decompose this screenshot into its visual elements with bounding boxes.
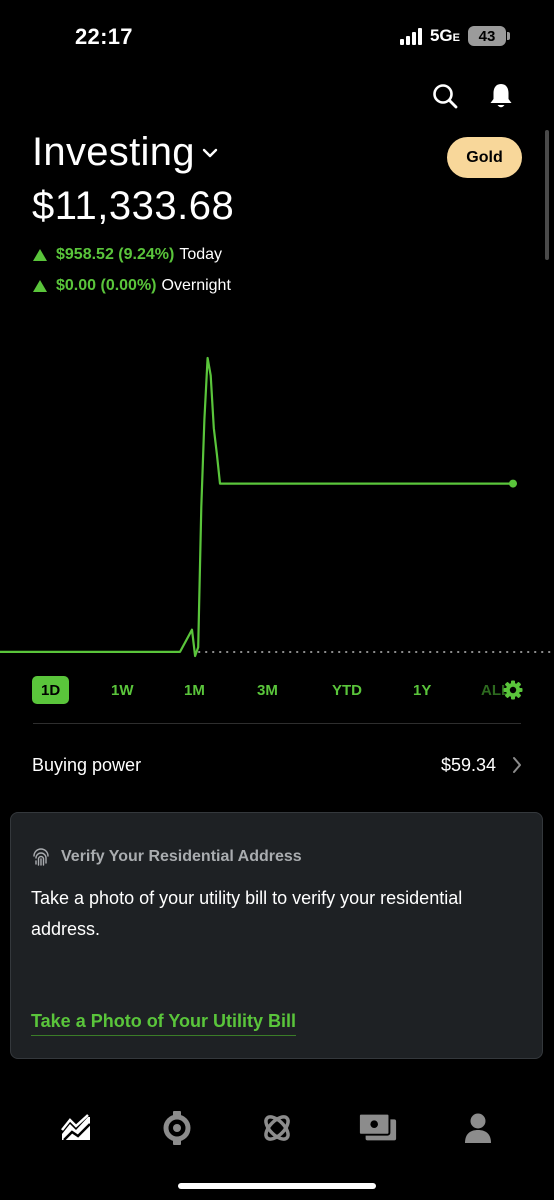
buying-power-row[interactable]: Buying power $59.34 <box>32 752 522 778</box>
card-title: Verify Your Residential Address <box>61 848 302 865</box>
status-bar: 22:17 5GE 43 <box>0 0 554 74</box>
divider <box>33 723 521 724</box>
portfolio-value: $11,333.68 <box>32 184 235 228</box>
card-header: Verify Your Residential Address <box>31 847 302 867</box>
today-change: $958.52 (9.24%) Today <box>33 246 222 264</box>
overnight-change: $0.00 (0.00%) Overnight <box>33 277 231 295</box>
chevron-right-icon <box>513 757 521 773</box>
status-time: 22:17 <box>75 24 133 49</box>
today-change-amount: $958.52 (9.24%) <box>56 246 175 263</box>
battery-icon: 43 <box>468 26 510 46</box>
network-label: 5GE <box>429 26 460 45</box>
status-indicators: 5GE 43 <box>399 26 510 46</box>
header-actions <box>432 82 514 110</box>
up-triangle-icon <box>33 280 47 292</box>
today-change-label: Today <box>179 246 223 263</box>
retirement-icon[interactable] <box>257 1108 297 1148</box>
range-tab-1y[interactable]: 1Y <box>413 676 431 704</box>
scrollbar[interactable] <box>545 130 549 260</box>
overnight-change-label: Overnight <box>161 277 231 294</box>
search-icon[interactable] <box>432 82 458 110</box>
account-icon[interactable] <box>458 1108 498 1148</box>
overnight-change-amount: $0.00 (0.00%) <box>56 277 157 294</box>
card-body: Take a photo of your utility bill to ver… <box>31 888 463 939</box>
range-tab-3m[interactable]: 3M <box>257 676 278 704</box>
up-triangle-icon <box>33 249 47 261</box>
chart-series-line <box>0 356 513 658</box>
investing-chart-icon[interactable] <box>56 1108 96 1148</box>
range-tab-1m[interactable]: 1M <box>184 676 205 704</box>
portfolio-chart[interactable] <box>0 330 554 670</box>
verify-address-card: Verify Your Residential Address Take a p… <box>10 812 543 1059</box>
buying-power-label: Buying power <box>32 754 142 775</box>
fingerprint-icon <box>33 848 49 866</box>
signal-icon <box>399 27 422 45</box>
home-indicator[interactable] <box>178 1183 376 1189</box>
account-selector[interactable]: Investing <box>32 130 219 175</box>
page-title: Investing <box>32 130 195 174</box>
buying-power-value: $59.34 <box>440 754 496 775</box>
crypto-icon[interactable] <box>157 1108 197 1148</box>
gold-button[interactable]: Gold <box>447 137 522 178</box>
range-tabs: 1D 1W 1M 3M YTD 1Y ALL <box>0 676 554 704</box>
range-tab-ytd[interactable]: YTD <box>332 676 362 704</box>
take-photo-link[interactable]: Take a Photo of Your Utility Bill <box>31 1011 297 1036</box>
cash-icon[interactable] <box>358 1108 398 1148</box>
chevron-down-icon <box>202 148 218 157</box>
bottom-nav <box>0 1108 554 1152</box>
chart-settings-icon[interactable] <box>503 676 523 704</box>
range-tab-1w[interactable]: 1W <box>111 676 134 704</box>
bell-icon[interactable] <box>488 82 514 110</box>
range-tab-1d[interactable]: 1D <box>32 676 70 704</box>
chart-current-point <box>509 479 517 488</box>
